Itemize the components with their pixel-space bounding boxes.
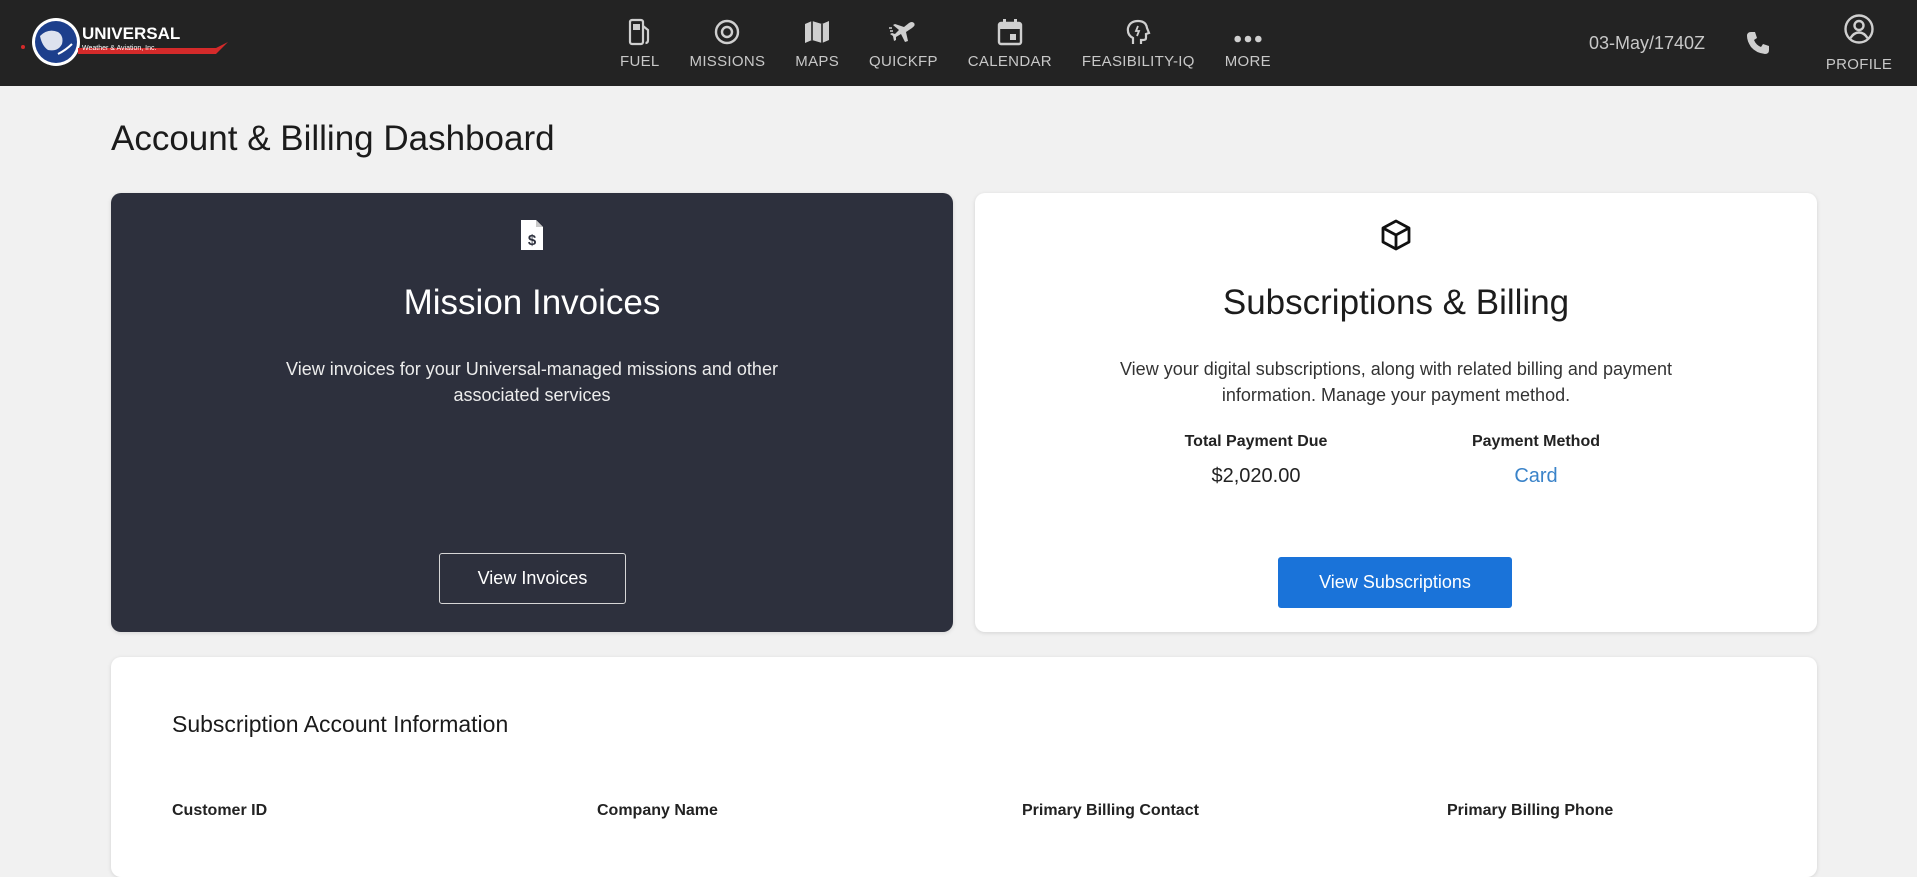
utc-datetime: 03-May/1740Z — [1588, 32, 1705, 53]
primary-billing-phone-label: Primary Billing Phone — [1447, 802, 1614, 819]
card-title: Mission Invoices — [403, 283, 661, 322]
profile-label: PROFILE — [1825, 56, 1893, 73]
cube-package-icon — [975, 218, 1817, 258]
nav-item-more[interactable]: MORE — [1210, 0, 1286, 86]
nav-label: MORE — [1224, 52, 1271, 70]
svg-text:Weather & Aviation, Inc.: Weather & Aviation, Inc. — [82, 45, 157, 52]
account-info-columns: Customer ID Company Name Primary Billing… — [172, 802, 1872, 820]
subscription-account-info-card: Subscription Account Information Custome… — [111, 657, 1817, 877]
user-circle-icon — [1843, 13, 1875, 50]
payment-method-label: Payment Method — [1471, 433, 1600, 450]
page-title: Account & Billing Dashboard — [111, 119, 555, 158]
nav-label: MISSIONS — [689, 52, 766, 70]
profile-button[interactable]: PROFILE — [1813, 0, 1905, 86]
invoice-document-icon: $ — [111, 218, 953, 258]
nav-item-maps[interactable]: MAPS — [780, 0, 854, 86]
top-navigation-bar: UNIVERSAL Weather & Aviation, Inc. FUEL … — [0, 0, 1917, 86]
nav-item-fuel[interactable]: FUEL — [605, 0, 675, 86]
payment-method: Payment Method Card — [1421, 433, 1651, 488]
svg-text:$: $ — [528, 232, 537, 249]
subscriptions-billing-card: Subscriptions & Billing View your digita… — [975, 193, 1817, 632]
total-payment-due: Total Payment Due $2,020.00 — [1141, 433, 1371, 488]
nav-item-feasibility-iq[interactable]: FEASIBILITY-IQ — [1067, 0, 1210, 86]
nav-label: FEASIBILITY-IQ — [1081, 52, 1195, 70]
universal-logo[interactable]: UNIVERSAL Weather & Aviation, Inc. — [18, 14, 228, 70]
nav-item-missions[interactable]: MISSIONS — [675, 0, 781, 86]
nav-item-quickfp[interactable]: QUICKFP — [854, 0, 953, 86]
card-description: View your digital subscriptions, along w… — [1120, 359, 1672, 405]
card-description: View invoices for your Universal-managed… — [286, 359, 778, 405]
nav-label: QUICKFP — [869, 52, 938, 70]
nav-label: CALENDAR — [967, 52, 1052, 70]
section-title: Subscription Account Information — [172, 711, 509, 737]
card-title: Subscriptions & Billing — [1222, 283, 1570, 322]
total-due-label: Total Payment Due — [1184, 433, 1328, 450]
fuel-pump-icon — [625, 17, 655, 47]
target-icon — [712, 17, 742, 47]
nav-label: MAPS — [795, 52, 840, 70]
more-dots-icon — [1233, 17, 1263, 47]
phone-icon[interactable] — [1741, 26, 1775, 60]
mission-invoices-card: $ Mission Invoices View invoices for you… — [111, 193, 953, 632]
nav-label: FUEL — [620, 52, 660, 70]
calendar-icon — [995, 17, 1025, 47]
company-name-label: Company Name — [597, 802, 718, 819]
head-idea-icon — [1123, 17, 1153, 47]
header-tools: 03-May/1740Z PROFILE — [1589, 0, 1917, 86]
customer-id-label: Customer ID — [172, 802, 268, 819]
view-invoices-button[interactable]: View Invoices — [439, 553, 626, 604]
fast-plane-icon — [888, 17, 918, 47]
primary-billing-contact-label: Primary Billing Contact — [1022, 802, 1199, 819]
map-icon — [802, 17, 832, 47]
main-nav: FUEL MISSIONS MAPS QUICKFP CALENDAR FEAS… — [605, 0, 1286, 86]
view-subscriptions-button[interactable]: View Subscriptions — [1278, 557, 1512, 608]
universal-logo-icon: UNIVERSAL Weather & Aviation, Inc. — [21, 18, 228, 66]
svg-text:UNIVERSAL: UNIVERSAL — [82, 24, 180, 43]
payment-method-link[interactable]: Card — [1421, 465, 1651, 488]
nav-item-calendar[interactable]: CALENDAR — [953, 0, 1067, 86]
total-due-value: $2,020.00 — [1211, 465, 1301, 487]
